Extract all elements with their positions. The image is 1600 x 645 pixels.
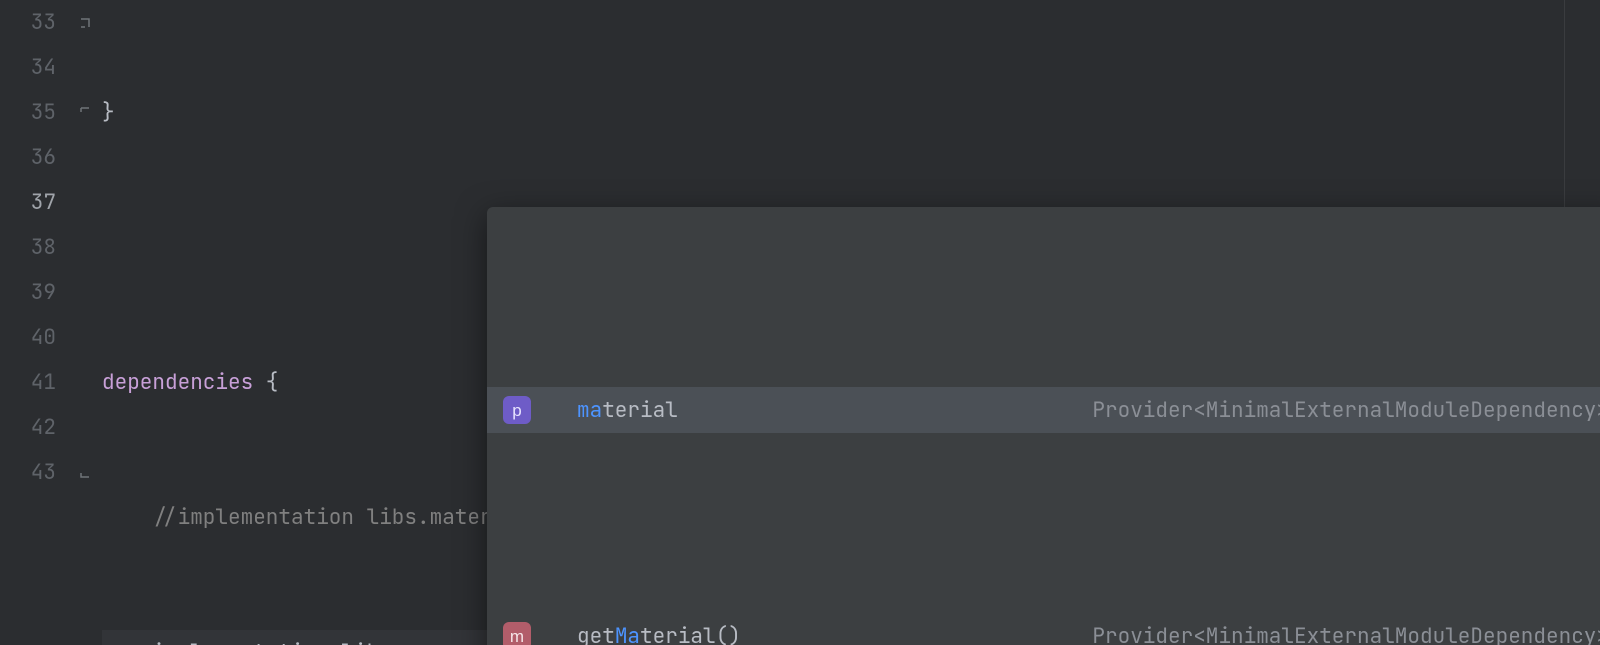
gutter: 33 34 35 36 37 38 39 40 41 42 43 [0,0,70,645]
fold-end-icon[interactable] [76,464,94,482]
property-icon: p [503,396,531,424]
line-number[interactable]: 34 [0,45,70,90]
code-editor[interactable]: 33 34 35 36 37 38 39 40 41 42 43 } depen… [0,0,1600,645]
completion-popup[interactable]: p material Provider<MinimalExternalModul… [487,207,1600,645]
line-number[interactable]: 38 [0,225,70,270]
comment: //implementation libs.material [152,504,530,531]
completion-label: material [577,388,1078,433]
completion-item[interactable]: m getMaterial() Provider<MinimalExternal… [487,613,1600,645]
access-icon-placeholder [545,401,563,419]
fold-end-icon[interactable] [76,14,94,32]
line-number[interactable]: 40 [0,315,70,360]
lock-icon [545,627,563,645]
line-number[interactable]: 39 [0,270,70,315]
completion-item[interactable]: p material Provider<MinimalExternalModul… [487,387,1600,433]
line-number[interactable]: 37 [0,180,70,225]
line-number[interactable]: 43 [0,450,70,495]
fold-column [70,0,102,645]
code-text: implementation libs.ma [152,639,429,645]
code-line[interactable]: } [102,90,1564,135]
line-number[interactable]: 41 [0,360,70,405]
line-number[interactable]: 33 [0,0,70,45]
keyword-dependencies: dependencies [102,369,253,396]
line-number[interactable]: 35 [0,90,70,135]
fold-start-icon[interactable] [76,103,94,121]
completion-type: Provider<MinimalExternalModuleDependency… [1092,388,1600,433]
method-icon: m [503,622,531,645]
completion-type: Provider<MinimalExternalModuleDependency… [1092,614,1600,645]
completion-label: getMaterial() [577,614,1078,645]
code-area[interactable]: } dependencies { //implementation libs.m… [102,0,1564,645]
line-number[interactable]: 36 [0,135,70,180]
brace: } [102,99,115,126]
line-number[interactable]: 42 [0,405,70,450]
